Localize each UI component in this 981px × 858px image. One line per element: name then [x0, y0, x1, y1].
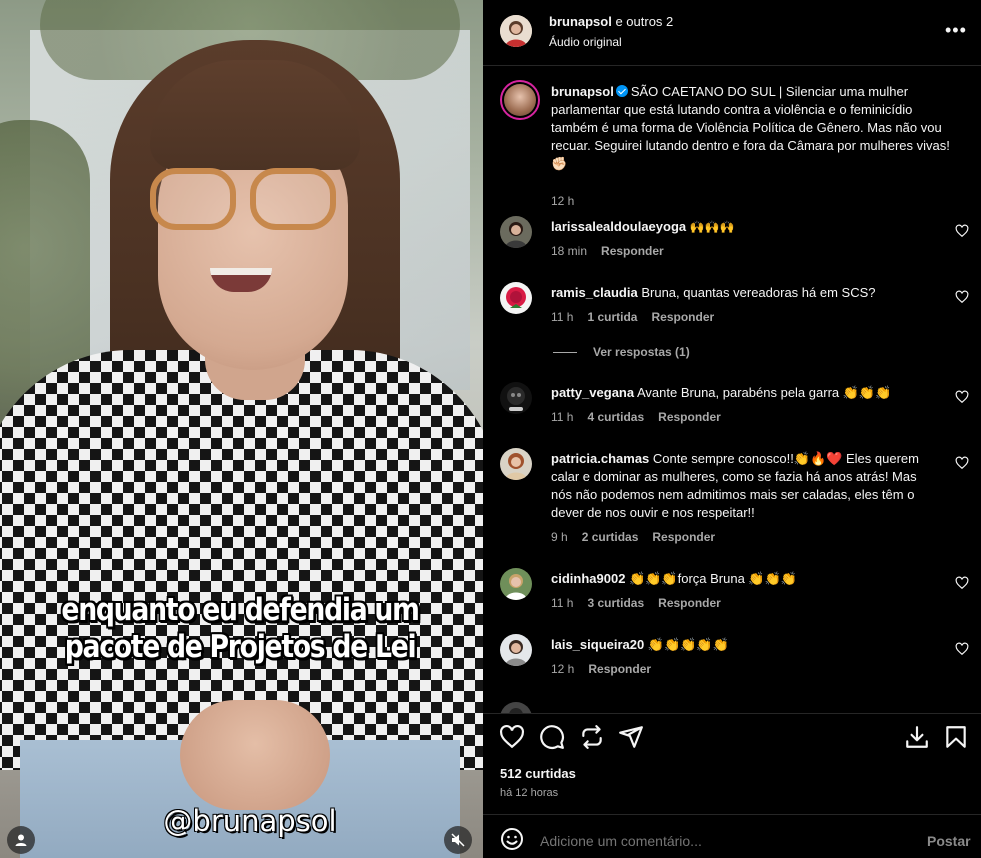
- heart-icon[interactable]: [955, 224, 969, 238]
- bookmark-icon[interactable]: [943, 724, 969, 750]
- heart-icon[interactable]: [955, 390, 969, 404]
- commenter-avatar[interactable]: [500, 634, 532, 666]
- more-options-button[interactable]: •••: [945, 20, 967, 41]
- reply-button[interactable]: Responder: [658, 410, 721, 424]
- video-caption: enquanto eu defendia um pacote de Projet…: [59, 592, 420, 666]
- comment-likes[interactable]: 1 curtida: [587, 310, 637, 324]
- comment-likes[interactable]: 2 curtidas: [582, 530, 639, 544]
- post-comment-button[interactable]: Postar: [927, 833, 971, 849]
- comment-text: 👏👏👏👏👏: [647, 637, 729, 652]
- comment-meta: 12 h Responder: [551, 662, 665, 676]
- post-age[interactable]: há 12 horas: [500, 787, 558, 799]
- share-icon[interactable]: [618, 724, 644, 750]
- repost-icon[interactable]: [579, 724, 605, 750]
- reel-video[interactable]: enquanto eu defendia um pacote de Projet…: [0, 0, 483, 858]
- comment-body: cidinha9002 👏👏👏força Bruna 👏👏👏: [551, 570, 941, 588]
- heart-icon[interactable]: [955, 576, 969, 590]
- mute-toggle-button[interactable]: [444, 826, 472, 854]
- replies-line: [553, 351, 577, 353]
- heart-icon[interactable]: [955, 642, 969, 656]
- heart-icon[interactable]: [499, 724, 525, 750]
- comment-meta: 18 min Responder: [551, 244, 678, 258]
- video-caption-line: pacote de Projetos de Lei: [64, 629, 417, 665]
- reply-button[interactable]: Responder: [651, 310, 714, 324]
- post-actions: 512 curtidas há 12 horas: [483, 714, 981, 814]
- person-glasses: [150, 168, 340, 232]
- caption-username[interactable]: brunapsol: [551, 84, 614, 99]
- likes-count[interactable]: 512 curtidas: [500, 766, 576, 781]
- commenter-avatar[interactable]: [500, 448, 532, 480]
- audio-link[interactable]: Áudio original: [549, 35, 622, 49]
- comment-body: larissalealdoulaeyoga 🙌🙌🙌: [551, 218, 941, 236]
- comment-likes[interactable]: 4 curtidas: [587, 410, 644, 424]
- reply-button[interactable]: Responder: [658, 596, 721, 610]
- comment-body: patricia.chamas Conte sempre conosco!!👏🔥…: [551, 450, 941, 522]
- comment-time[interactable]: 11 h: [551, 410, 573, 424]
- author-username[interactable]: brunapsol: [549, 14, 612, 29]
- comment-input[interactable]: [540, 833, 900, 849]
- muted-speaker-icon: [451, 833, 465, 847]
- download-icon[interactable]: [904, 724, 930, 750]
- heart-icon[interactable]: [955, 456, 969, 470]
- comment-text: 🙌🙌🙌: [689, 220, 735, 234]
- heart-icon[interactable]: [955, 290, 969, 304]
- comment-time[interactable]: 9 h: [551, 530, 568, 544]
- verified-badge-icon: [615, 85, 628, 97]
- comment-username[interactable]: patricia.chamas: [551, 451, 649, 466]
- comment-text: Bruna, quantas vereadoras há em SCS?: [641, 285, 876, 300]
- comment-username[interactable]: lais_siqueira20: [551, 637, 644, 652]
- author-avatar[interactable]: [500, 80, 540, 120]
- comment-time[interactable]: 11 h: [551, 310, 573, 324]
- avatar-image: [500, 15, 532, 47]
- commenter-avatar[interactable]: [500, 216, 532, 248]
- comment-time[interactable]: 11 h: [551, 596, 573, 610]
- caption-timestamp[interactable]: 12 h: [551, 194, 574, 208]
- emoji-icon[interactable]: [500, 827, 524, 851]
- comment-username[interactable]: ramis_claudia: [551, 285, 638, 300]
- commenter-avatar[interactable]: [500, 568, 532, 600]
- comment-text: 👏👏👏força Bruna 👏👏👏: [629, 571, 797, 586]
- comment-text: Avante Bruna, parabéns pela garra 👏👏👏: [637, 385, 892, 400]
- comment-username[interactable]: larissalealdoulaeyoga: [551, 219, 686, 234]
- coauthors-link[interactable]: e outros 2: [612, 14, 673, 29]
- comment-body: lais_siqueira20 👏👏👏👏👏: [551, 636, 941, 654]
- view-replies-button[interactable]: Ver respostas (1): [553, 345, 690, 359]
- comment-body: ramis_claudia Bruna, quantas vereadoras …: [551, 284, 941, 302]
- reply-button[interactable]: Responder: [601, 244, 664, 258]
- comment-icon[interactable]: [539, 724, 565, 750]
- caption-text: brunapsol SÃO CAETANO DO SUL | Silenciar …: [551, 83, 951, 173]
- view-replies-label: Ver respostas (1): [593, 345, 690, 359]
- post-side-panel: brunapsol e outros 2 Áudio original ••• …: [483, 0, 981, 858]
- post-header: brunapsol e outros 2 Áudio original •••: [500, 13, 970, 53]
- tagged-users-button[interactable]: [7, 826, 35, 854]
- comment-body: patty_vegana Avante Bruna, parabéns pela…: [551, 384, 941, 402]
- comment-composer: Postar: [483, 815, 981, 858]
- comment-username[interactable]: patty_vegana: [551, 385, 634, 400]
- comment-meta: 11 h 4 curtidas Responder: [551, 410, 735, 424]
- commenter-avatar[interactable]: [500, 382, 532, 414]
- person-hands: [180, 700, 330, 810]
- reply-button[interactable]: Responder: [652, 530, 715, 544]
- author-avatar[interactable]: [500, 15, 532, 47]
- video-caption-line: enquanto eu defendia um: [61, 592, 419, 628]
- reply-button[interactable]: Responder: [588, 662, 651, 676]
- post-authors: brunapsol e outros 2: [549, 14, 673, 29]
- comment-time[interactable]: 18 min: [551, 244, 587, 258]
- comment-meta: 11 h 3 curtidas Responder: [551, 596, 735, 610]
- comment-username[interactable]: cidinha9002: [551, 571, 625, 586]
- video-handle-overlay: @brunapsol: [163, 804, 337, 838]
- comments-list[interactable]: brunapsol SÃO CAETANO DO SUL | Silenciar …: [483, 66, 981, 713]
- comment-meta: 9 h 2 curtidas Responder: [551, 530, 729, 544]
- comment-likes[interactable]: 3 curtidas: [587, 596, 644, 610]
- user-icon: [15, 834, 27, 846]
- commenter-avatar[interactable]: [500, 702, 532, 713]
- comment-meta: 11 h 1 curtida Responder: [551, 310, 728, 324]
- comment-time[interactable]: 12 h: [551, 662, 574, 676]
- commenter-avatar[interactable]: [500, 282, 532, 314]
